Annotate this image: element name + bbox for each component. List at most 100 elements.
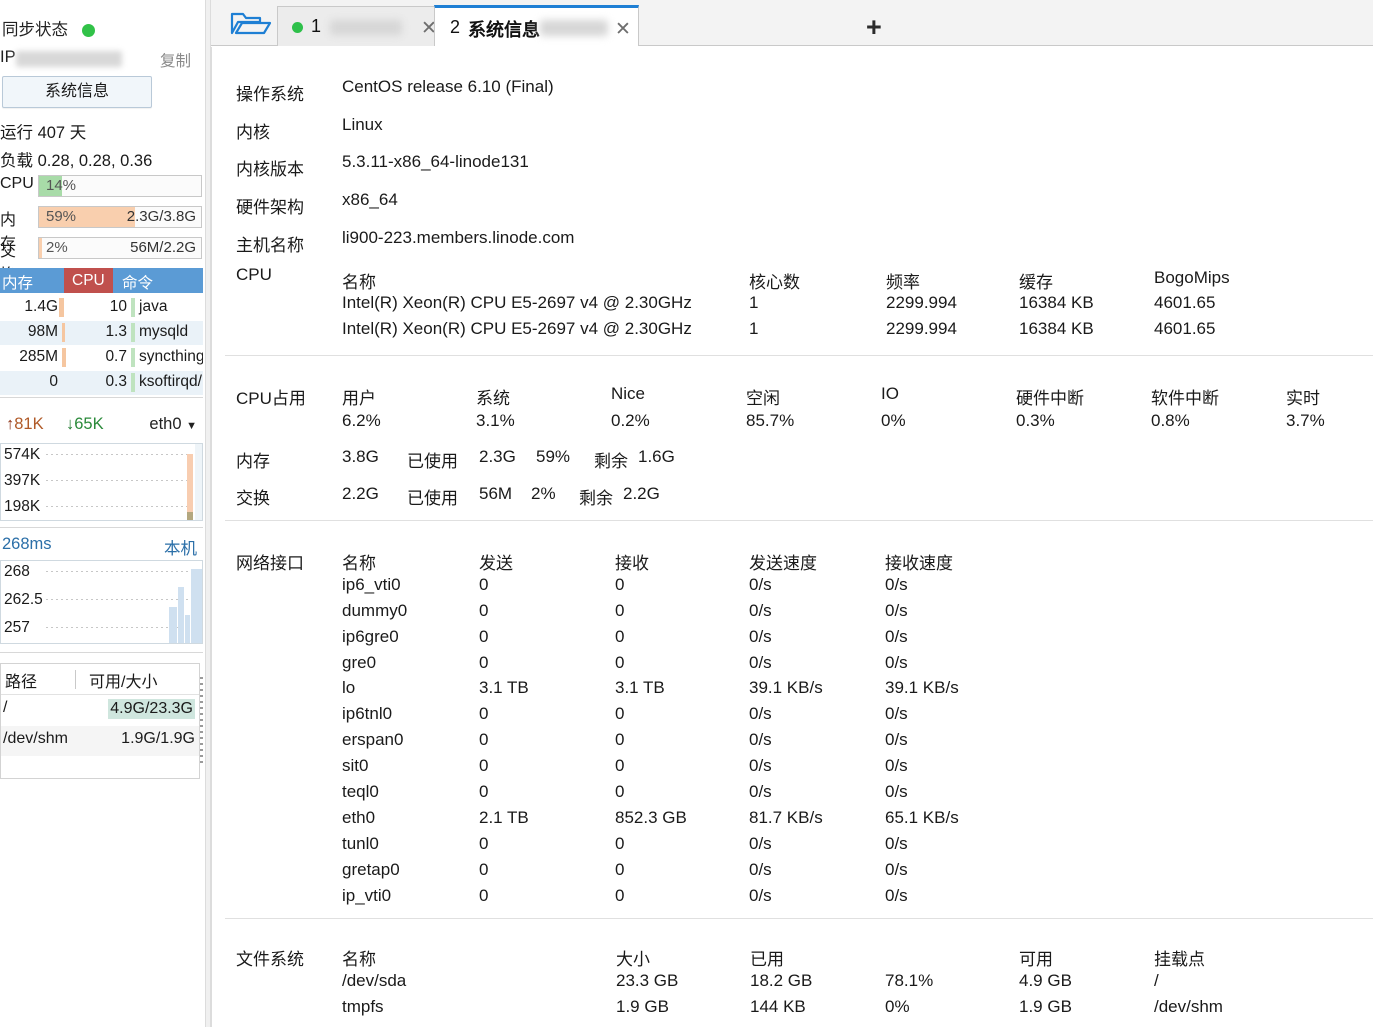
cpu-section-label: CPU <box>236 265 272 285</box>
cpu-usage-user: 6.2% <box>342 411 381 431</box>
new-tab-button[interactable]: + <box>866 12 882 43</box>
network-tx-rate: 0/s <box>749 886 772 906</box>
network-tx-rate: 0/s <box>749 601 772 621</box>
network-rx-rate: 0/s <box>885 704 908 724</box>
process-row[interactable]: 98M 1.3 mysqld <box>0 321 203 345</box>
network-name: dummy0 <box>342 601 407 621</box>
network-rx-rate: 0/s <box>885 886 908 906</box>
network-rx: 0 <box>615 756 624 776</box>
process-memory: 285M <box>0 348 58 366</box>
cpu-usage-col-hardirq: 硬件中断 <box>1016 384 1084 409</box>
network-graph[interactable]: 574K 397K 198K <box>0 443 203 521</box>
cpu-freq: 2299.994 <box>886 293 957 313</box>
network-tx-rate: 0/s <box>749 704 772 724</box>
app-window: 同步状态 IP 复制 系统信息 运行 407 天 负载 0.28, 0.28, … <box>0 0 1373 1027</box>
network-graph-header: ↑81K ↓65K eth0 ▼ <box>0 415 203 441</box>
process-col-cpu[interactable]: CPU <box>64 268 113 293</box>
network-tx: 0 <box>479 834 488 854</box>
network-section-label: 网络接口 <box>236 549 304 574</box>
hostname-label: 主机名称 <box>236 231 304 256</box>
disk-row[interactable]: /dev/shm 1.9G/1.9G <box>1 726 199 756</box>
process-cpu-bar <box>131 298 135 317</box>
ping-graph[interactable]: 268 262.5 257 <box>0 560 203 644</box>
process-row[interactable]: 0 0.3 ksoftirqd/ <box>0 371 203 395</box>
network-graph-bar <box>187 512 193 520</box>
copy-ip-button[interactable]: 复制 <box>160 49 191 71</box>
fs-avail: 4.9 GB <box>1019 971 1072 991</box>
architecture-value: x86_64 <box>342 190 398 210</box>
network-tx: 0 <box>479 704 488 724</box>
process-cpu: 0.7 <box>72 348 127 366</box>
process-row[interactable]: 285M 0.7 syncthing <box>0 346 203 370</box>
sync-status-dot <box>82 24 95 37</box>
fs-used: 18.2 GB <box>750 971 812 991</box>
network-tx-rate: 0/s <box>749 860 772 880</box>
network-graph-ylabel: 574K <box>4 446 40 464</box>
ping-scope-label[interactable]: 本机 <box>164 535 197 559</box>
main-pane: 1 ✕ 2 系统信息 ✕ + 操作系统 CentOS release 6.10 … <box>211 0 1373 1027</box>
network-tx: 0 <box>479 627 488 647</box>
tab-close-button[interactable]: ✕ <box>615 18 631 41</box>
process-command: java <box>139 298 167 316</box>
network-rx: 0 <box>615 575 624 595</box>
cpu-usage-col-io: IO <box>881 384 899 404</box>
process-memory: 0 <box>0 373 58 391</box>
network-interface-dropdown[interactable]: eth0 ▼ <box>149 415 197 434</box>
fs-percent: 78.1% <box>885 971 933 991</box>
network-name: ip6tnl0 <box>342 704 392 724</box>
folder-open-icon[interactable] <box>229 9 273 37</box>
network-tx: 0 <box>479 756 488 776</box>
fs-size: 1.9 GB <box>616 997 669 1017</box>
network-col-tx-rate: 发送速度 <box>749 549 817 574</box>
disk-scrollbar[interactable] <box>200 677 203 767</box>
cpu-usage-hardirq: 0.3% <box>1016 411 1055 431</box>
process-cpu: 10 <box>72 298 127 316</box>
fs-col-size: 大小 <box>616 945 650 970</box>
sync-status-row: 同步状态 <box>2 16 95 40</box>
graph-gridline <box>46 506 202 507</box>
network-name: teql0 <box>342 782 379 802</box>
network-tx-rate: 0/s <box>749 756 772 776</box>
network-rx: 3.1 TB <box>615 678 665 698</box>
cpu-bogomips: 4601.65 <box>1154 319 1215 339</box>
network-tx-rate: 81.7 KB/s <box>749 808 823 828</box>
os-label: 操作系统 <box>236 80 304 105</box>
process-command: mysqld <box>139 323 188 341</box>
memory-total: 3.8G <box>342 447 379 467</box>
fs-col-used: 已用 <box>750 945 784 970</box>
fs-col-mount: 挂载点 <box>1154 945 1205 970</box>
fs-col-avail: 可用 <box>1019 945 1053 970</box>
cpu-name: Intel(R) Xeon(R) CPU E5-2697 v4 @ 2.30GH… <box>342 293 692 313</box>
disk-row[interactable]: / 4.9G/23.3G <box>1 695 199 725</box>
network-rx: 852.3 GB <box>615 808 687 828</box>
disk-path: /dev/shm <box>3 730 68 748</box>
cpu-name: Intel(R) Xeon(R) CPU E5-2697 v4 @ 2.30GH… <box>342 319 692 339</box>
process-col-memory[interactable]: 内存 <box>2 271 33 293</box>
kernel-version-label: 内核版本 <box>236 155 304 180</box>
cpu-usage-section-label: CPU占用 <box>236 384 306 409</box>
process-cpu-bar <box>131 348 135 367</box>
network-rx-rate: 0/s <box>885 756 908 776</box>
network-name: lo <box>342 678 355 698</box>
disk-col-avail-size[interactable]: 可用/大小 <box>89 668 157 692</box>
network-tx-rate: 0/s <box>749 782 772 802</box>
tab-2[interactable]: 2 系统信息 ✕ <box>434 5 639 46</box>
chevron-down-icon: ▼ <box>186 420 197 432</box>
disk-col-path[interactable]: 路径 <box>5 668 37 692</box>
memory-meter-percent: 59% <box>46 208 76 225</box>
cpu-col-cache: 缓存 <box>1019 268 1053 293</box>
fs-col-name: 名称 <box>342 945 376 970</box>
network-tx-rate: 0/s <box>749 730 772 750</box>
network-name: gre0 <box>342 653 376 673</box>
network-tx-rate: 0/s <box>749 627 772 647</box>
sidebar-divider <box>0 397 203 398</box>
process-row[interactable]: 1.4G 10 java <box>0 296 203 320</box>
process-col-command[interactable]: 命令 <box>122 271 153 293</box>
network-graph-bar <box>187 454 193 520</box>
network-tx: 0 <box>479 653 488 673</box>
cpu-usage-col-realtime: 实时 <box>1286 384 1320 409</box>
sync-status-label: 同步状态 <box>2 21 68 39</box>
system-info-button[interactable]: 系统信息 <box>2 76 152 108</box>
network-name: eth0 <box>342 808 375 828</box>
tab-title-redacted <box>540 20 608 36</box>
